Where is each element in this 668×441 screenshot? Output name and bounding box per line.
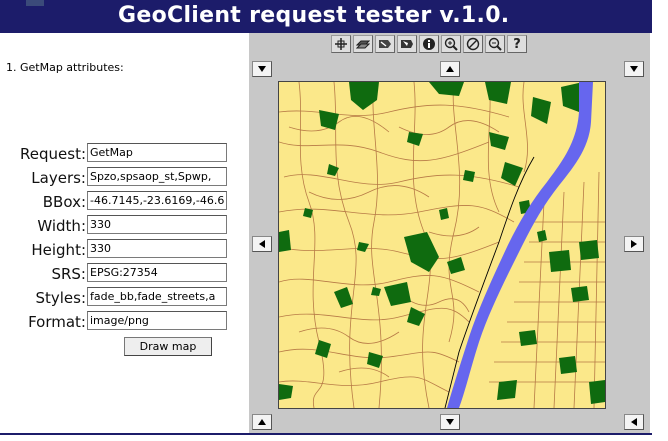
crosshair-icon[interactable] xyxy=(331,35,351,53)
layers-label: Layers: xyxy=(31,169,86,187)
map-image xyxy=(279,82,605,408)
pan-north-button[interactable] xyxy=(440,61,460,77)
title-bar: GeoClient request tester v.1.0. xyxy=(0,0,652,33)
request-input[interactable] xyxy=(87,143,227,162)
format-input[interactable] xyxy=(87,311,227,330)
form-row-styles: Styles: xyxy=(0,287,248,309)
height-label: Height: xyxy=(31,241,86,259)
bbox-label: BBox: xyxy=(42,193,86,211)
form-row-bbox: BBox: xyxy=(0,191,248,213)
draw-map-button[interactable]: Draw map xyxy=(124,337,212,356)
form-row-request: Request: xyxy=(0,143,248,165)
map-toolbar: ? xyxy=(331,35,527,54)
form-row-height: Height: xyxy=(0,239,248,261)
section-title: 1. GetMap attributes: xyxy=(6,61,124,74)
pan-northwest-button[interactable] xyxy=(252,61,272,77)
srs-label: SRS: xyxy=(51,265,86,283)
triangle-up-icon xyxy=(258,419,266,425)
height-input[interactable] xyxy=(87,239,227,258)
form-row-format: Format: xyxy=(0,311,248,333)
app-title: GeoClient request tester v.1.0. xyxy=(118,3,510,28)
request-label: Request: xyxy=(20,145,86,163)
form-row-layers: Layers: xyxy=(0,167,248,189)
triangle-left-icon xyxy=(259,240,265,248)
pan-east-button[interactable] xyxy=(624,236,644,252)
right-margin xyxy=(650,33,668,441)
pan-south-button[interactable] xyxy=(440,414,460,430)
layers-icon[interactable] xyxy=(353,35,373,53)
zoom-extent-icon[interactable] xyxy=(463,35,483,53)
width-input[interactable] xyxy=(87,215,227,234)
help-glyph: ? xyxy=(513,36,521,52)
pan-icon[interactable] xyxy=(375,35,395,53)
layers-input[interactable] xyxy=(87,167,227,186)
pan-west-button[interactable] xyxy=(252,236,272,252)
street-grid xyxy=(489,171,605,408)
srs-input[interactable] xyxy=(87,263,227,282)
format-label: Format: xyxy=(28,313,86,331)
styles-label: Styles: xyxy=(35,289,86,307)
map-view[interactable] xyxy=(278,81,606,409)
help-icon[interactable]: ? xyxy=(507,35,527,53)
zoom-in-icon[interactable] xyxy=(441,35,461,53)
triangle-right-icon xyxy=(631,240,637,248)
title-bar-corner xyxy=(26,0,44,6)
width-label: Width: xyxy=(37,217,86,235)
bbox-input[interactable] xyxy=(87,191,227,210)
form-row-width: Width: xyxy=(0,215,248,237)
triangle-left-icon xyxy=(631,418,637,426)
pan-southeast-button[interactable] xyxy=(624,414,644,430)
triangle-down-icon xyxy=(630,66,638,72)
styles-input[interactable] xyxy=(87,287,227,306)
street-network xyxy=(279,82,528,408)
info-icon[interactable] xyxy=(419,35,439,53)
bottom-border xyxy=(0,433,652,435)
form-row-srs: SRS: xyxy=(0,263,248,285)
triangle-down-icon xyxy=(446,419,454,425)
triangle-up-icon xyxy=(446,66,454,72)
pan-northeast-button[interactable] xyxy=(624,61,644,77)
zoom-out-icon[interactable] xyxy=(485,35,505,53)
pan-southwest-button[interactable] xyxy=(252,414,272,430)
triangle-down-icon xyxy=(258,66,266,72)
select-icon[interactable] xyxy=(397,35,417,53)
form-panel xyxy=(0,33,248,441)
